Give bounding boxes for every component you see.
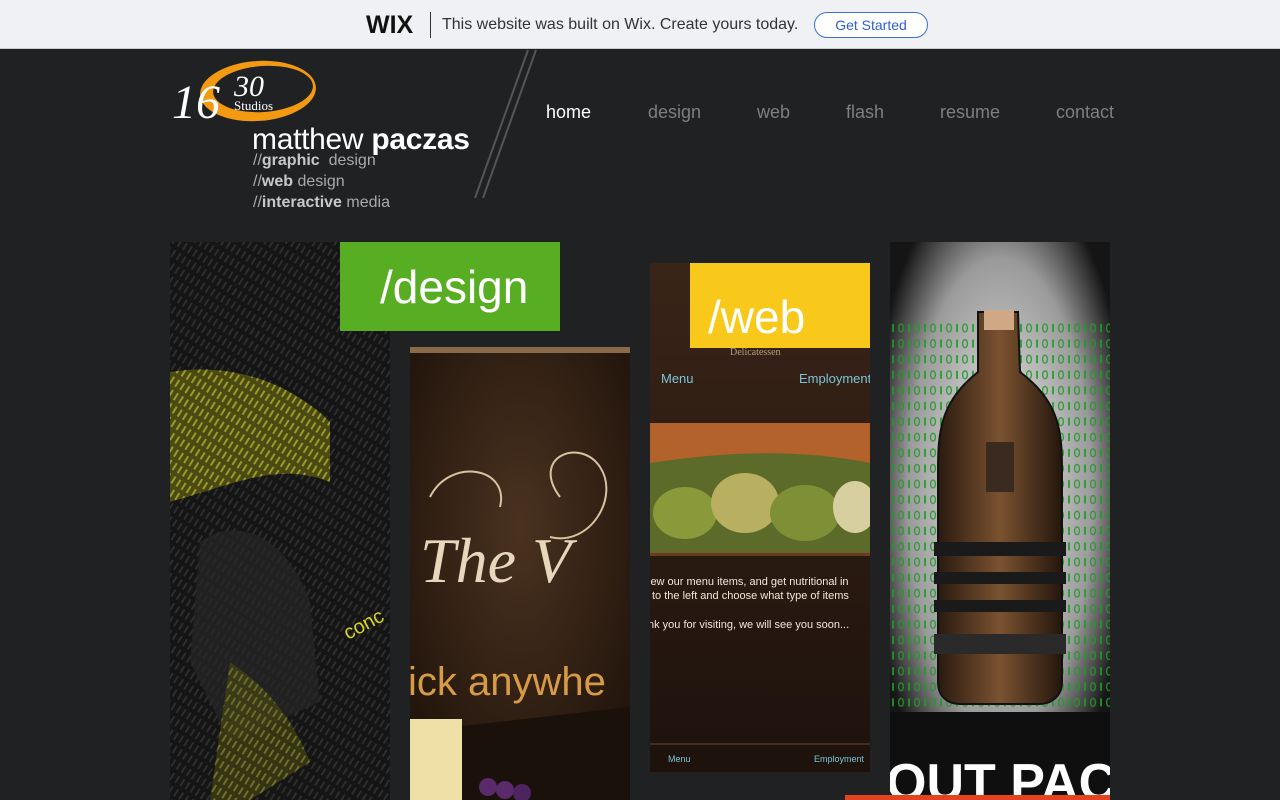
tagline-bold: interactive (261, 194, 342, 211)
tagline-bold: graphic (261, 152, 320, 169)
banner-divider (430, 12, 431, 38)
deli-footer-menu: Menu (668, 754, 691, 764)
tagline-rest: design (319, 152, 376, 169)
red-strip (845, 795, 1110, 800)
restaurant-script: The V (420, 525, 578, 596)
design-section-label[interactable]: /design (340, 242, 560, 331)
wix-logo[interactable]: WIX (366, 11, 413, 40)
logo-studios: Studios (234, 98, 273, 113)
tagline-rest: media (341, 194, 390, 211)
tagline-interactive: //interactive media (253, 194, 390, 212)
deli-footer-employment: Employment (814, 754, 865, 764)
deli-menu-link: Menu (661, 371, 694, 386)
nav-home[interactable]: home (546, 102, 591, 123)
deli-employment-link: Employment (799, 371, 870, 386)
bottle-headline: OUT PAC (890, 754, 1110, 800)
tagline-prefix: // (253, 194, 262, 211)
deli-title: Delicatessen (730, 347, 781, 358)
circuit-bottle-artwork: OUT PAC (890, 242, 1110, 800)
get-started-button[interactable]: Get Started (814, 12, 928, 38)
restaurant-artwork: The V ick anywhe (410, 347, 630, 800)
design-label-text: /design (380, 260, 529, 313)
deli-intro-line2: to the left and choose what type of item… (652, 590, 849, 602)
tagline-prefix: // (253, 152, 262, 169)
tagline-prefix: // (253, 173, 262, 190)
portfolio-panel-restaurant[interactable]: The V ick anywhe (410, 347, 630, 800)
studio-logo[interactable]: 16 30 Studios (164, 58, 318, 128)
web-label-text: /web (708, 290, 806, 343)
tagline-web: //web design (253, 173, 345, 191)
tagline-rest: design (293, 173, 345, 190)
portfolio-panel-circuit-bottle[interactable]: OUT PAC (890, 242, 1110, 800)
tagline-bold: web (261, 173, 294, 190)
logo-number-16: 16 (172, 76, 220, 128)
decorative-slash (474, 49, 537, 199)
nav-flash[interactable]: flash (846, 102, 884, 123)
nav-contact[interactable]: contact (1056, 102, 1114, 123)
deli-intro-line3: nk you for visiting, we will see you soo… (650, 619, 849, 631)
banner-text: This website was built on Wix. Create yo… (442, 16, 799, 33)
tagline-graphic: //graphic design (253, 152, 376, 170)
restaurant-tagline: ick anywhe (410, 660, 606, 704)
web-section-label[interactable]: /web (690, 263, 870, 348)
nav-web[interactable]: web (757, 102, 790, 123)
nav-resume[interactable]: resume (940, 102, 1000, 123)
deli-intro-line1: iew our menu items, and get nutritional … (650, 576, 849, 588)
wix-banner: WIX This website was built on Wix. Creat… (0, 0, 1280, 49)
name-last: paczas (371, 123, 470, 156)
nav-design[interactable]: design (648, 102, 701, 123)
